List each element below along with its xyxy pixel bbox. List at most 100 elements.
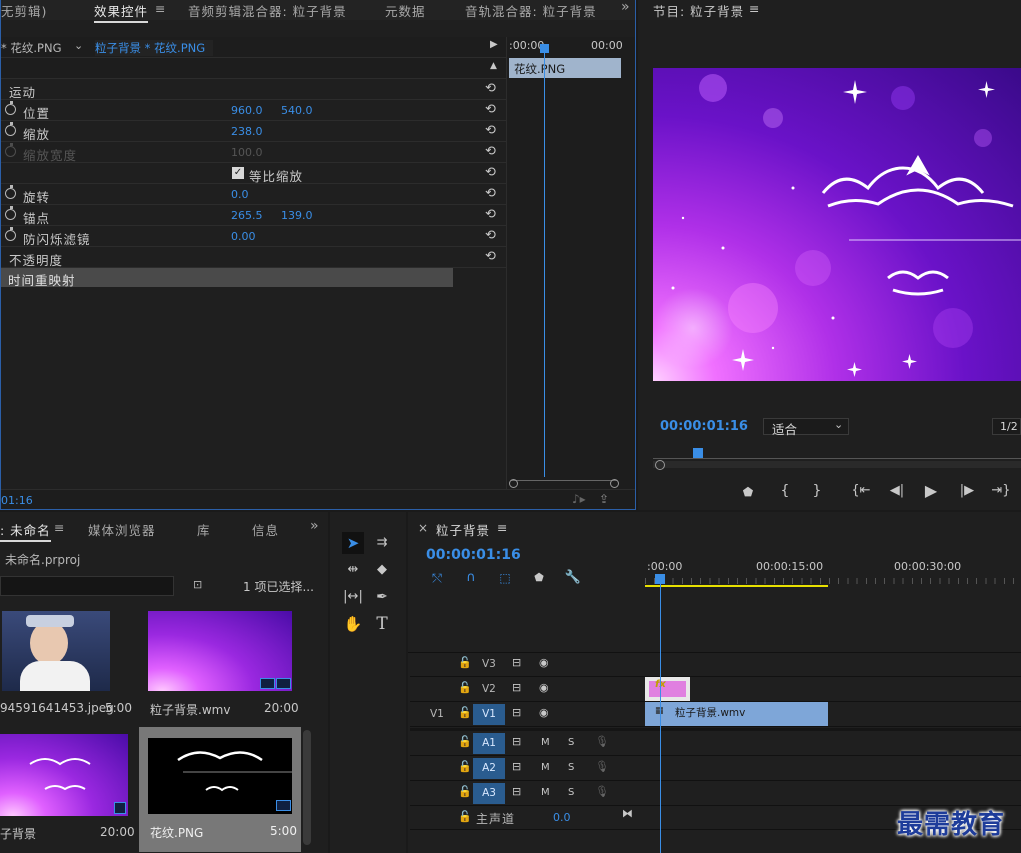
prop-value[interactable]: 238.0 xyxy=(231,125,263,138)
search-input[interactable] xyxy=(0,576,174,596)
tab-media-browser[interactable]: 媒体浏览器 xyxy=(88,520,156,539)
scroll-up-icon[interactable]: ▲ xyxy=(490,61,497,71)
prop-value[interactable]: 0.00 xyxy=(231,230,256,243)
effect-timecode[interactable]: 01:16 xyxy=(1,494,33,507)
nest-icon[interactable]: ⤲ xyxy=(426,567,448,589)
reset-icon[interactable]: ⟲ xyxy=(485,228,496,243)
zoom-handle-left-icon[interactable] xyxy=(509,479,518,488)
stopwatch-icon[interactable] xyxy=(5,122,16,136)
lock-icon[interactable]: 🔓 xyxy=(458,656,472,669)
track-target-v1[interactable]: V1 xyxy=(473,704,505,725)
wrench-icon[interactable]: 🔧 xyxy=(562,567,584,589)
track-target-a2[interactable]: A2 xyxy=(473,758,505,779)
overflow-icon[interactable]: » xyxy=(310,518,320,534)
marker-icon[interactable]: ⬟ xyxy=(737,481,759,503)
type-tool-icon[interactable]: T xyxy=(371,613,393,635)
scroll-track[interactable] xyxy=(653,461,1021,468)
tab-audio-track-mixer[interactable]: 音轨混合器: 粒子背景 xyxy=(465,1,597,20)
source-patch[interactable]: V1 xyxy=(430,708,444,720)
source-left[interactable]: * 花纹.PNG xyxy=(1,40,62,56)
timeline-ruler[interactable]: :00:00 00:00:15:00 00:00:30:00 xyxy=(645,552,1021,588)
playhead-handle[interactable] xyxy=(693,448,703,458)
program-video-frame[interactable] xyxy=(653,68,1021,381)
master-value[interactable]: 0.0 xyxy=(553,811,571,824)
pen-tool-icon[interactable]: ✒ xyxy=(371,586,393,608)
microphone-icon[interactable]: 🎙 xyxy=(595,785,609,798)
prop-value-y[interactable]: 139.0 xyxy=(281,209,313,222)
lock-icon[interactable]: 🔓 xyxy=(458,785,472,798)
sync-lock-icon[interactable]: ⊟ xyxy=(512,706,521,719)
step-back-icon[interactable]: ◀| xyxy=(886,480,908,502)
reset-icon[interactable]: ⟲ xyxy=(485,165,496,180)
slip-tool-icon[interactable]: |↔| xyxy=(342,586,364,608)
lock-icon[interactable]: 🔓 xyxy=(458,810,472,823)
fit-dropdown[interactable]: 适合 ⌄ xyxy=(763,418,849,437)
clip-video[interactable]: ▦ 粒子背景.wmv xyxy=(645,702,828,726)
search-bin-icon[interactable]: ⊡ xyxy=(193,578,202,591)
stopwatch-icon[interactable] xyxy=(5,101,16,115)
timeline-playhead-handle[interactable] xyxy=(655,574,665,584)
hand-tool-icon[interactable]: ✋ xyxy=(342,613,364,635)
tab-info[interactable]: 信息 xyxy=(252,520,279,539)
project-item[interactable]: 粒子背景.wmv 20:00 xyxy=(146,611,299,729)
selection-tool-icon[interactable]: ➤ xyxy=(342,532,364,554)
opacity-label[interactable]: 不透明度 xyxy=(9,250,63,269)
tab-library[interactable]: 库 xyxy=(197,520,211,539)
prop-value[interactable]: 0.0 xyxy=(231,188,249,201)
linked-selection-icon[interactable]: ⬚ xyxy=(494,567,516,589)
solo-button[interactable]: S xyxy=(568,787,574,798)
microphone-icon[interactable]: 🎙 xyxy=(595,760,609,773)
sync-lock-icon[interactable]: ⊟ xyxy=(512,760,521,773)
go-to-end-icon[interactable]: ⧓ xyxy=(622,807,633,820)
sync-lock-icon[interactable]: ⊟ xyxy=(512,681,521,694)
razor-tool-icon[interactable]: ◆ xyxy=(371,559,393,581)
solo-button[interactable]: S xyxy=(568,737,574,748)
time-remap-row[interactable]: 时间重映射 xyxy=(1,268,453,288)
sync-lock-icon[interactable]: ⊟ xyxy=(512,656,521,669)
uniform-scale-checkbox[interactable]: ✓ xyxy=(232,167,244,179)
in-point-icon[interactable]: { xyxy=(774,480,796,502)
panel-menu-icon[interactable]: ≡ xyxy=(497,520,507,535)
prop-value-x[interactable]: 960.0 xyxy=(231,104,263,117)
go-to-out-icon[interactable]: ⇥} xyxy=(990,480,1012,502)
close-icon[interactable]: × xyxy=(418,521,428,535)
eye-icon[interactable]: ◉ xyxy=(539,656,549,669)
mute-button[interactable]: M xyxy=(541,737,550,748)
panel-menu-icon[interactable]: ≡ xyxy=(749,1,759,16)
mute-button[interactable]: M xyxy=(541,787,550,798)
eye-icon[interactable]: ◉ xyxy=(539,681,549,694)
mini-clip-bar[interactable]: 花纹.PNG xyxy=(509,58,621,78)
project-item[interactable]: 子背景 20:00 xyxy=(0,734,138,844)
lock-icon[interactable]: 🔓 xyxy=(458,760,472,773)
timeline-timecode[interactable]: 00:00:01:16 xyxy=(426,547,521,563)
mini-playhead-handle[interactable] xyxy=(540,44,549,53)
zoom-handle-left-icon[interactable] xyxy=(655,460,665,470)
stopwatch-icon[interactable] xyxy=(5,185,16,199)
expand-arrow-icon[interactable]: ▶ xyxy=(490,39,498,50)
go-to-in-icon[interactable]: {⇤ xyxy=(850,480,872,502)
out-point-icon[interactable]: } xyxy=(806,480,828,502)
program-title[interactable]: 节目: 粒子背景 xyxy=(653,1,744,20)
clip-png[interactable]: fx xyxy=(645,677,690,701)
source-active[interactable]: 粒子背景 * 花纹.PNG xyxy=(95,40,214,56)
lock-icon[interactable]: 🔓 xyxy=(458,681,472,694)
project-scrollbar[interactable] xyxy=(303,730,311,845)
timeline-title[interactable]: 粒子背景 xyxy=(436,520,490,539)
sync-lock-icon[interactable]: ⊟ xyxy=(512,735,521,748)
lock-icon[interactable]: 🔓 xyxy=(458,706,472,719)
tab-audio-clip-mixer[interactable]: 音频剪辑混合器: 粒子背景 xyxy=(188,1,347,20)
stopwatch-icon[interactable] xyxy=(5,206,16,220)
step-forward-icon[interactable]: |▶ xyxy=(956,480,978,502)
snap-magnet-icon[interactable]: ∩ xyxy=(460,567,482,589)
panel-menu-icon[interactable]: ≡ xyxy=(54,520,65,535)
reset-icon[interactable]: ⟲ xyxy=(485,186,496,201)
play-icon[interactable]: ▶ xyxy=(920,480,942,502)
zoom-handle-right-icon[interactable] xyxy=(610,479,619,488)
project-item[interactable]: 94591641453.jpeg 5:00 xyxy=(0,611,138,729)
reset-icon[interactable]: ⟲ xyxy=(485,102,496,117)
track-target-a1[interactable]: A1 xyxy=(473,733,505,754)
prop-value-x[interactable]: 265.5 xyxy=(231,209,263,222)
overflow-icon[interactable]: » xyxy=(621,0,631,15)
mini-scrollbar[interactable] xyxy=(511,480,617,488)
play-audio-icon[interactable]: ♪▸ xyxy=(572,492,586,506)
